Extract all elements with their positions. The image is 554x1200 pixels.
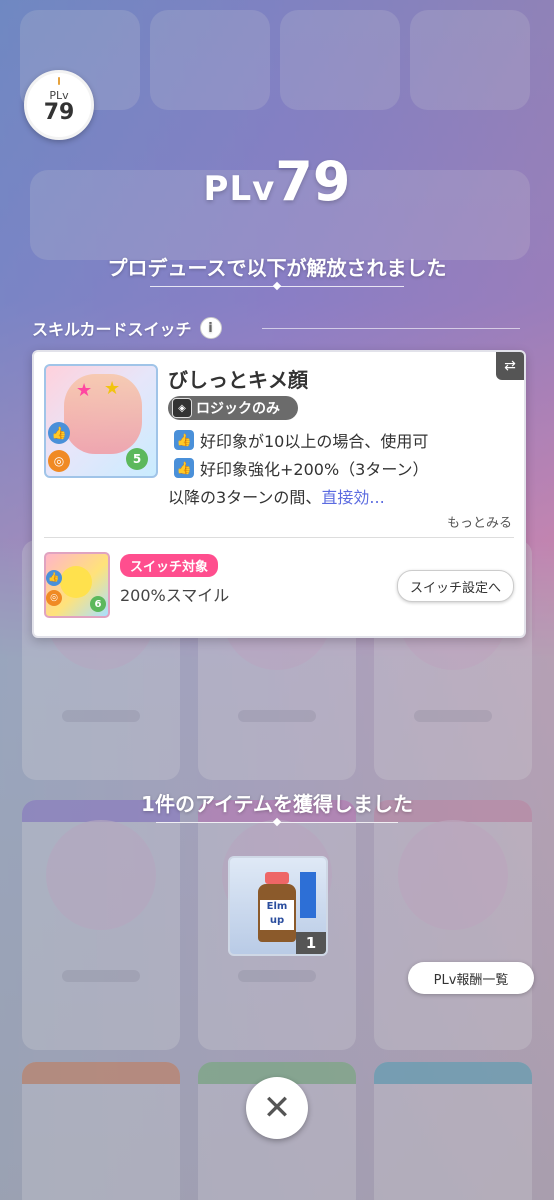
switch-target-tag: スイッチ対象 <box>120 554 219 577</box>
skill-card-panel: ★ ★ 👍 ◎ 5 ⇄ びしっとキメ顔 ◈ ロジックのみ 👍 好印象が10以上の… <box>32 350 526 638</box>
effect-line: 👍 好印象が10以上の場合、使用可 <box>174 428 428 452</box>
continuation-text: 以降の3ターンの間、 <box>168 488 322 507</box>
switch-target-thumbnail[interactable]: 👍 ◎ 6 <box>44 552 110 618</box>
thumb-up-icon: 👍 <box>174 430 194 450</box>
logic-only-tag: ◈ ロジックのみ <box>168 396 298 420</box>
info-icon[interactable]: i <box>199 317 222 339</box>
logic-type-icon: ◎ <box>48 450 70 472</box>
card-divider <box>44 537 514 538</box>
bottle-label: Elm up <box>260 900 294 930</box>
close-icon[interactable]: ✕ <box>246 1077 308 1139</box>
switch-target-name: 200%スマイル <box>120 586 230 605</box>
section-label: スキルカードスイッチ i <box>32 316 222 340</box>
level-display: PLv79 <box>0 150 554 213</box>
item-tile[interactable]: Elm up 1 <box>228 856 328 956</box>
effect-continuation: 以降の3ターンの間、直接効... <box>168 484 385 508</box>
star-icon: ★ <box>76 380 93 401</box>
thumb-up-icon: 👍 <box>174 458 194 478</box>
level-value: 79 <box>275 150 351 213</box>
badge-marker-icon <box>58 77 60 85</box>
section-divider <box>262 328 520 329</box>
effect-line: 👍 好印象強化+200%（3ターン） <box>174 456 429 480</box>
section-title: スキルカードスイッチ <box>32 320 192 339</box>
item-quantity: 1 <box>296 932 326 954</box>
cost-badge: 5 <box>126 448 148 470</box>
thumb-up-icon: 👍 <box>46 570 62 586</box>
cost-badge: 6 <box>90 596 106 612</box>
unlock-headline: プロデュースで以下が解放されました <box>107 256 447 280</box>
switch-icon[interactable]: ⇄ <box>496 352 524 380</box>
ribbon-icon <box>300 872 316 918</box>
switch-target-art <box>60 566 92 598</box>
continuation-link[interactable]: 直接効... <box>321 488 384 507</box>
player-level-badge: PLv 79 <box>24 70 94 140</box>
level-prefix: PLv <box>203 169 276 209</box>
switch-settings-button[interactable]: スイッチ設定へ <box>396 570 514 602</box>
logic-icon: ◈ <box>172 398 192 418</box>
bottle-icon: Elm up <box>256 872 298 942</box>
thumb-up-icon: 👍 <box>48 422 70 444</box>
effect-text: 好印象が10以上の場合、使用可 <box>200 432 429 451</box>
headline-divider <box>150 281 404 291</box>
reward-list-button[interactable]: PLv報酬一覧 <box>408 962 534 994</box>
logic-only-label: ロジックのみ <box>196 401 280 417</box>
skill-card-thumbnail[interactable]: ★ ★ 👍 ◎ 5 <box>44 364 158 478</box>
badge-value: 79 <box>43 100 75 125</box>
logic-type-icon: ◎ <box>46 590 62 606</box>
skill-card-name: びしっとキメ顔 <box>168 368 308 392</box>
item-headline: 1件のアイテムを獲得しました <box>141 792 413 816</box>
item-divider <box>156 817 398 827</box>
effect-text: 好印象強化+200%（3ターン） <box>200 460 429 479</box>
see-more-link[interactable]: もっとみる <box>447 512 512 531</box>
star-icon: ★ <box>104 378 121 399</box>
